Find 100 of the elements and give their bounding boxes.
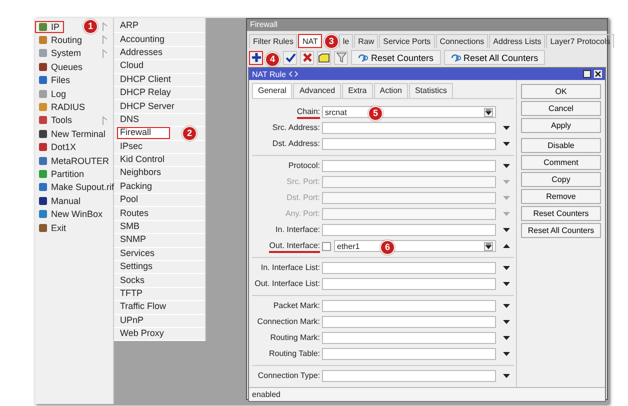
dropdown-arrow-icon[interactable] <box>503 336 510 340</box>
menu-item[interactable]: Manual <box>35 194 85 207</box>
menu-item[interactable]: RADIUS <box>35 101 90 114</box>
dropdown-arrow-icon[interactable] <box>503 352 510 356</box>
submenu-item[interactable]: Packing <box>117 180 172 193</box>
tab[interactable]: Advanced <box>293 83 342 98</box>
input-field[interactable] <box>322 224 496 236</box>
input-field[interactable] <box>322 348 496 360</box>
dropdown-arrow-icon[interactable] <box>503 228 510 232</box>
comment-button[interactable] <box>317 50 331 64</box>
menu-item[interactable]: Tools <box>35 114 76 126</box>
submenu-item[interactable]: Firewall <box>117 127 170 140</box>
close-icon[interactable] <box>594 70 602 78</box>
toolbar-button[interactable]: Reset Counters <box>351 50 441 65</box>
input-field[interactable] <box>322 278 496 290</box>
menu-item[interactable]: New WinBox <box>35 208 107 220</box>
enable-button[interactable] <box>283 50 297 64</box>
menu-item[interactable]: New Terminal <box>35 128 110 140</box>
dropdown-icon[interactable] <box>484 108 493 116</box>
menu-item[interactable]: Exit <box>35 222 70 234</box>
dialog-button[interactable]: Remove <box>521 189 601 204</box>
dropdown-icon[interactable] <box>484 242 493 250</box>
input-field[interactable] <box>322 138 496 150</box>
dialog-button[interactable]: OK <box>521 84 601 99</box>
tab[interactable]: Service Ports <box>379 34 435 48</box>
dropdown-arrow-icon[interactable] <box>503 126 510 130</box>
submenu-item[interactable]: DNS <box>117 114 158 126</box>
menu-item[interactable]: IP <box>35 20 64 33</box>
menu-item[interactable]: Files <box>35 74 74 86</box>
submenu-item[interactable]: DHCP Relay <box>117 87 190 100</box>
menu-item[interactable]: Log <box>35 88 70 100</box>
menu-item[interactable]: MetaROUTER <box>35 154 114 167</box>
toolbar-button[interactable]: Reset All Counters <box>444 50 546 65</box>
submenu-item[interactable]: Services <box>117 248 174 260</box>
input-field[interactable] <box>322 160 496 172</box>
submenu-item[interactable]: DHCP Client <box>117 74 190 86</box>
submenu-item[interactable]: Traffic Flow <box>117 301 186 314</box>
dropdown-arrow-icon[interactable] <box>503 320 510 324</box>
dropdown-arrow-icon[interactable] <box>503 304 510 308</box>
input-field[interactable] <box>322 370 496 382</box>
dropdown-arrow-icon[interactable] <box>503 164 510 168</box>
submenu-item[interactable]: SMB <box>117 221 159 234</box>
disable-button[interactable] <box>300 50 314 64</box>
maximize-icon[interactable] <box>583 70 591 78</box>
menu-item[interactable]: System <box>35 47 86 60</box>
submenu-item[interactable]: DHCP Server <box>117 100 194 113</box>
dialog-button[interactable]: Cancel <box>521 101 601 116</box>
submenu-item[interactable]: IPsec <box>117 140 162 153</box>
tab[interactable]: Extra <box>342 83 373 98</box>
tab[interactable]: General <box>252 83 292 98</box>
filter-button[interactable] <box>334 50 348 64</box>
submenu-item[interactable]: ARP <box>117 20 158 32</box>
dialog-button[interactable]: Apply <box>521 118 601 133</box>
tab[interactable]: Filter Rules <box>249 34 298 48</box>
dialog-button[interactable]: Disable <box>521 138 601 153</box>
negate-checkbox[interactable] <box>322 242 331 250</box>
tab[interactable]: Statistics <box>408 83 453 98</box>
submenu-item[interactable]: Web Proxy <box>117 328 183 340</box>
submenu-item[interactable]: Settings <box>117 261 172 274</box>
tab[interactable]: Address Lists <box>489 34 546 48</box>
dropdown-arrow-icon[interactable] <box>503 374 510 378</box>
dialog-button[interactable]: Comment <box>521 155 601 170</box>
menu-item[interactable]: Partition <box>35 168 88 180</box>
input-field[interactable] <box>322 332 496 344</box>
input-field[interactable] <box>322 316 496 328</box>
input-field[interactable] <box>322 192 496 204</box>
submenu-item[interactable]: SNMP <box>117 234 166 246</box>
submenu-item[interactable]: Cloud <box>117 60 163 72</box>
input-field[interactable] <box>322 300 496 312</box>
tab[interactable]: Raw <box>354 34 378 48</box>
input-field[interactable]: ether1 6 <box>334 240 496 252</box>
dropdown-arrow-icon[interactable] <box>503 282 510 286</box>
submenu-item[interactable]: Pool <box>117 194 158 206</box>
tab[interactable]: Action <box>374 83 408 98</box>
add-button[interactable] <box>249 50 263 64</box>
menu-item[interactable]: Routing <box>35 34 86 46</box>
submenu-item[interactable]: UPnP <box>117 314 163 327</box>
tab[interactable]: Connections <box>436 34 488 48</box>
submenu-item[interactable]: TFTP <box>117 288 162 300</box>
menu-item[interactable]: Queues <box>35 60 87 73</box>
submenu-item[interactable]: Accounting <box>117 34 184 46</box>
collapse-arrow-icon[interactable] <box>503 244 510 248</box>
input-field[interactable] <box>322 208 496 220</box>
menu-item[interactable]: Make Supout.rif <box>35 181 118 194</box>
submenu-item[interactable]: Socks <box>117 274 164 287</box>
input-field[interactable] <box>322 122 496 134</box>
tab[interactable]: NAT <box>298 34 322 48</box>
menu-item[interactable]: Dot1X <box>35 141 80 154</box>
submenu-item[interactable]: Kid Control <box>117 154 184 166</box>
dialog-button[interactable]: Copy <box>521 172 601 187</box>
input-field[interactable]: srcnat 5 <box>322 106 496 118</box>
submenu-item[interactable]: Neighbors <box>117 167 180 180</box>
dropdown-arrow-icon[interactable] <box>503 142 510 146</box>
submenu-item[interactable]: Routes <box>117 208 168 220</box>
dialog-button[interactable]: Reset Counters <box>521 206 601 221</box>
input-field[interactable] <box>322 262 496 274</box>
tab[interactable]: le <box>338 34 354 48</box>
submenu-item[interactable]: Addresses <box>117 46 182 59</box>
dropdown-arrow-icon[interactable] <box>503 266 510 270</box>
input-field[interactable] <box>322 176 496 188</box>
